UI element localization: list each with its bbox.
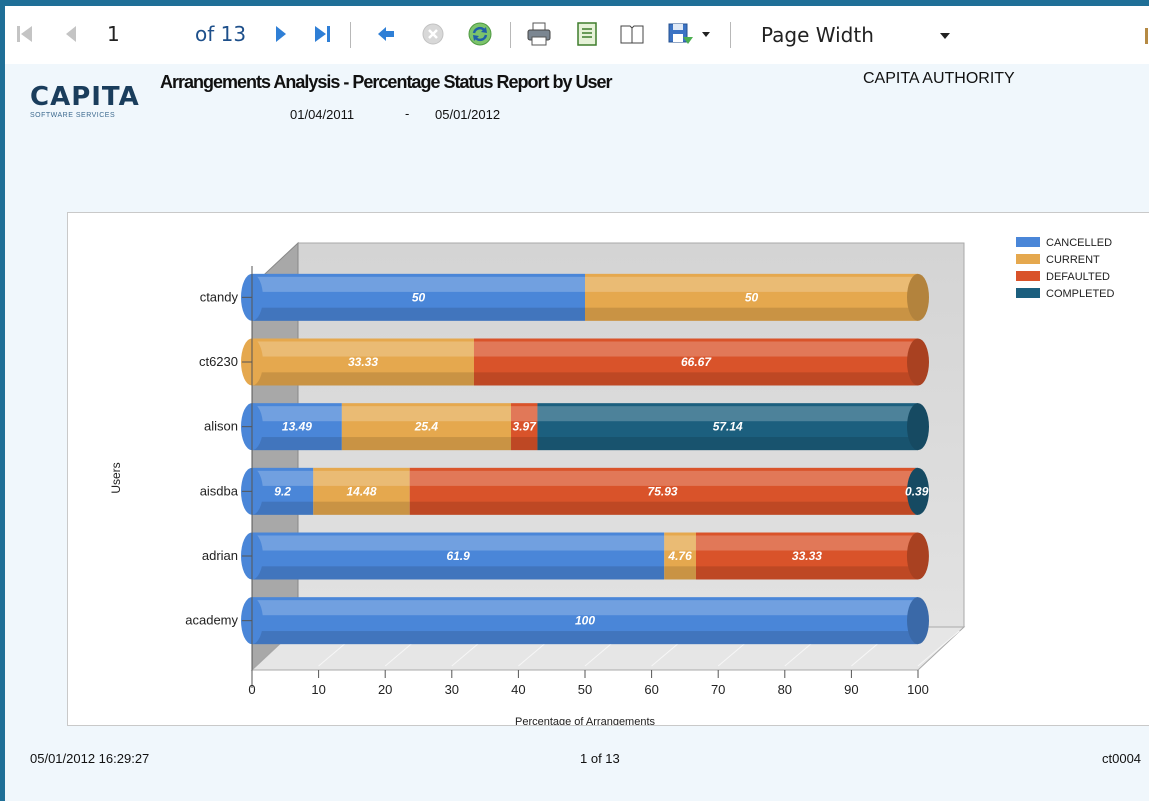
x-axis-tick-label: 10	[311, 682, 325, 697]
y-axis-category-label: aisdba	[200, 483, 239, 498]
current-page-input[interactable]	[105, 21, 177, 47]
bar-data-label: 50	[412, 290, 426, 304]
export-dropdown-icon[interactable]	[699, 20, 713, 48]
y-axis-category-label: adrian	[202, 548, 238, 563]
authority-name: CAPITA AUTHORITY	[863, 70, 1015, 87]
first-page-icon[interactable]	[13, 20, 37, 48]
capita-logo: CAPITA	[30, 82, 140, 112]
zoom-select-value: Page Width	[761, 23, 874, 47]
bar-data-label: 14.48	[346, 484, 376, 498]
bar-end-cap	[907, 338, 929, 386]
bar-segment-shade	[664, 566, 696, 580]
bar-end-cap	[907, 597, 929, 645]
x-axis-tick-label: 20	[378, 682, 392, 697]
bar-segment-shade	[511, 437, 538, 451]
print-icon[interactable]	[523, 20, 555, 48]
previous-page-icon[interactable]	[60, 20, 82, 48]
stacked-bar-chart: 50 50 33.33 66.67 13.49 25.4 3.97 57.14 9.2 14.48…	[109, 237, 1115, 725]
bar-segment-shade	[252, 566, 665, 580]
bar-data-label: 61.9	[446, 549, 470, 563]
date-to: 05/01/2012	[435, 107, 501, 122]
x-axis-tick-label: 80	[778, 682, 792, 697]
toolbar-separator	[350, 22, 351, 48]
bar-data-label: 25.4	[414, 420, 439, 434]
footer-timestamp: 05/01/2012 16:29:27	[30, 751, 150, 766]
bar-segment-shade	[252, 307, 585, 321]
x-axis-tick-label: 0	[248, 682, 255, 697]
next-page-icon[interactable]	[270, 20, 292, 48]
y-axis-title: Users	[109, 462, 123, 493]
report-page: CAPITA SOFTWARE SERVICES Arrangements An…	[5, 64, 1149, 801]
toolbar-separator	[510, 22, 511, 48]
report-title: Arrangements Analysis - Percentage Statu…	[160, 72, 612, 92]
x-axis-title: Percentage of Arrangements	[515, 716, 656, 725]
bar-segment-shade	[341, 437, 512, 451]
zoom-select[interactable]: Page Width	[753, 20, 973, 50]
bar-end-cap	[907, 273, 929, 321]
bar-segment-shade	[252, 372, 474, 386]
x-axis-tick-label: 30	[445, 682, 459, 697]
refresh-icon[interactable]	[465, 20, 495, 48]
x-axis-tick-label: 90	[844, 682, 858, 697]
footer-page-indicator: 1 of 13	[580, 751, 620, 766]
bar-segment-shade	[585, 307, 918, 321]
legend-swatch	[1016, 271, 1040, 281]
bar-segment-shade	[409, 501, 916, 515]
bar-segment-shade	[313, 501, 410, 515]
y-axis-category-label: ct6230	[199, 354, 238, 369]
date-separator: -	[405, 106, 410, 121]
legend-label: CANCELLED	[1046, 237, 1112, 249]
x-axis-tick-label: 40	[511, 682, 525, 697]
x-axis-tick-label: 60	[644, 682, 658, 697]
bar-segment-shade	[695, 566, 918, 580]
chevron-down-icon	[940, 33, 950, 39]
bar-data-label: 57.14	[713, 420, 743, 434]
legend-swatch	[1016, 254, 1040, 264]
bar-data-label: 75.93	[648, 484, 678, 498]
print-layout-icon[interactable]	[617, 20, 647, 48]
y-axis-category-label: alison	[204, 419, 238, 434]
page-total-label: of 13	[195, 22, 247, 46]
bar-data-label: 33.33	[792, 549, 822, 563]
legend-swatch	[1016, 237, 1040, 247]
footer-user-code: ct0004	[1102, 751, 1142, 766]
export-save-icon[interactable]	[665, 20, 695, 48]
bar-data-label: 3.97	[513, 420, 538, 434]
bar-data-label: 66.67	[681, 355, 712, 369]
toolbar-separator	[730, 22, 731, 48]
bar-data-label: 4.76	[667, 549, 692, 563]
legend-label: COMPLETED	[1046, 288, 1115, 300]
y-axis-category-label: academy	[185, 613, 238, 628]
report-viewer-toolbar: of 13 Page Width	[5, 6, 1149, 64]
bar-data-label: 33.33	[348, 355, 378, 369]
bar-end-cap	[906, 532, 929, 580]
bar-end-cap	[907, 403, 929, 451]
bar-data-label: 13.49	[282, 420, 312, 434]
bar-data-label: 0.39	[905, 484, 929, 498]
legend-swatch	[1016, 288, 1040, 298]
stop-icon[interactable]	[419, 20, 447, 48]
bar-segment-shade	[473, 372, 918, 386]
x-axis-tick-label: 100	[907, 682, 929, 697]
page-setup-icon[interactable]	[573, 20, 601, 48]
chart-container: 50 50 33.33 66.67 13.49 25.4 3.97 57.14 9.2 14.48…	[67, 212, 1149, 726]
bar-segment-shade	[252, 631, 918, 645]
bar-segment-shade	[537, 437, 918, 451]
y-axis-category-label: ctandy	[200, 289, 239, 304]
legend-label: DEFAULTED	[1046, 271, 1110, 283]
x-axis-tick-label: 50	[578, 682, 592, 697]
date-from: 01/04/2011	[290, 107, 355, 122]
bar-data-label: 100	[575, 614, 595, 628]
x-axis-tick-label: 70	[711, 682, 725, 697]
bar-data-label: 9.2	[274, 484, 291, 498]
bar-data-label: 50	[745, 290, 759, 304]
bar-segment-shade	[252, 437, 342, 451]
toolbar-overflow-edge	[1145, 28, 1148, 44]
capita-logo-subtitle: SOFTWARE SERVICES	[30, 112, 116, 119]
legend-label: CURRENT	[1046, 254, 1100, 266]
back-arrow-icon[interactable]	[373, 20, 399, 48]
last-page-icon[interactable]	[310, 20, 336, 48]
